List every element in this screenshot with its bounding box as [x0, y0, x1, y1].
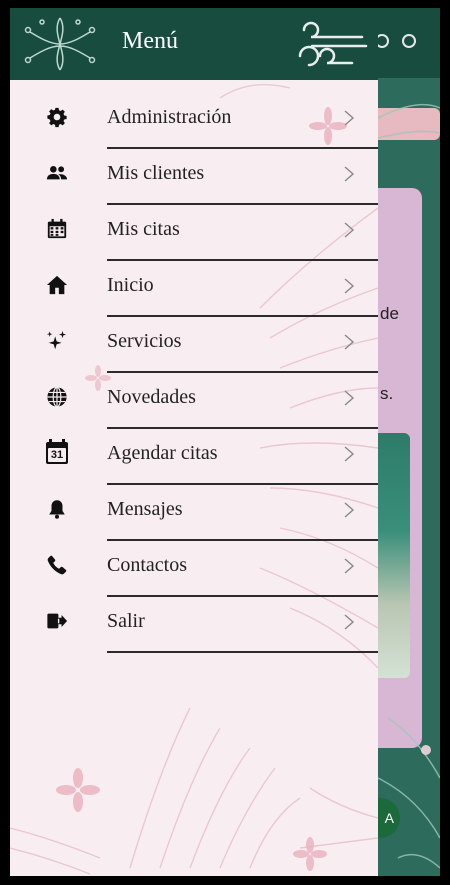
- chevron-right-icon: [344, 110, 355, 126]
- calendar-icon: [47, 218, 67, 239]
- chevron-right-icon: [344, 614, 355, 630]
- menu-item-label: Novedades: [107, 386, 196, 408]
- chevron-right-icon: [344, 446, 355, 462]
- menu-item-label: Agendar citas: [107, 442, 218, 464]
- chevron-right-icon: [344, 502, 355, 518]
- background-text-fragment: s.: [380, 384, 394, 403]
- menu-item-inicio[interactable]: Inicio: [10, 260, 378, 317]
- chevron-right-icon: [344, 222, 355, 238]
- drawer-menu-list: Administración Mis clientes Mis citas In…: [10, 92, 378, 653]
- menu-item-label: Mis clientes: [107, 162, 205, 184]
- users-icon: [46, 166, 68, 180]
- menu-divider: [107, 651, 378, 653]
- app-frame: de s. A Menú Administración Mis clientes…: [10, 8, 440, 876]
- menu-item-mis-clientes[interactable]: Mis clientes: [10, 148, 378, 205]
- globe-icon: [47, 386, 67, 408]
- background-text-fragment: de: [380, 304, 399, 323]
- calendar-31-icon: 31: [46, 439, 68, 464]
- menu-item-agendar-citas[interactable]: 31 Agendar citas: [10, 428, 378, 485]
- brand-logo-icon: [24, 17, 96, 71]
- menu-item-label: Servicios: [107, 330, 182, 352]
- menu-item-label: Mensajes: [107, 498, 183, 520]
- menu-item-label: Salir: [107, 610, 145, 632]
- sparkles-icon: [46, 330, 67, 350]
- chevron-right-icon: [344, 558, 355, 574]
- menu-item-salir[interactable]: Salir: [10, 596, 378, 653]
- chevron-right-icon: [344, 390, 355, 406]
- logout-icon: [47, 613, 68, 629]
- menu-item-novedades[interactable]: Novedades: [10, 372, 378, 429]
- menu-item-label: Inicio: [107, 274, 154, 296]
- menu-item-label: Mis citas: [107, 218, 180, 240]
- account-icon[interactable]: [402, 34, 416, 48]
- home-icon: [46, 275, 68, 295]
- bell-icon: [49, 500, 65, 519]
- drawer-header: Menú: [10, 8, 378, 80]
- menu-item-servicios[interactable]: Servicios: [10, 316, 378, 373]
- gear-icon: [47, 107, 67, 128]
- drawer-title: Menú: [122, 28, 178, 54]
- menu-item-mis-citas[interactable]: Mis citas: [10, 204, 378, 261]
- menu-item-administracion[interactable]: Administración: [10, 92, 378, 149]
- menu-item-contactos[interactable]: Contactos: [10, 540, 378, 597]
- menu-item-mensajes[interactable]: Mensajes: [10, 484, 378, 541]
- navigation-drawer: Menú Administración Mis clientes Mis cit…: [10, 8, 378, 876]
- phone-icon: [47, 555, 67, 575]
- chevron-right-icon: [344, 166, 355, 182]
- menu-item-label: Administración: [107, 106, 232, 128]
- chevron-right-icon: [344, 334, 355, 350]
- menu-item-label: Contactos: [107, 554, 187, 576]
- chevron-right-icon: [344, 278, 355, 294]
- wind-swirl-icon: [298, 21, 368, 67]
